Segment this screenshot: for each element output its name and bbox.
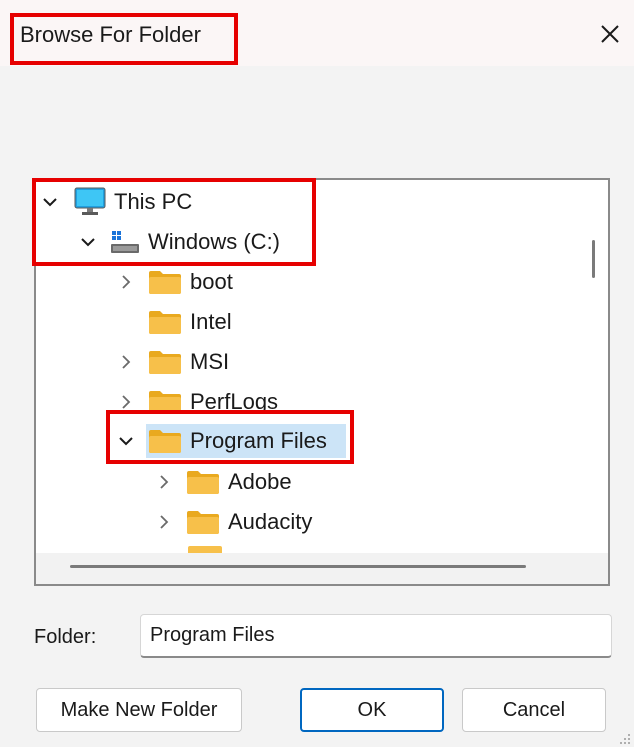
monitor-icon — [74, 187, 106, 217]
cancel-button[interactable]: Cancel — [462, 688, 606, 732]
tree-node-label: Program Files — [190, 428, 327, 453]
vertical-scrollbar-thumb[interactable] — [592, 240, 595, 278]
chevron-right-icon[interactable] — [116, 392, 136, 412]
tree-node-label: This PC — [114, 189, 193, 214]
chevron-right-icon[interactable] — [154, 512, 174, 532]
chevron-down-icon[interactable] — [78, 232, 98, 252]
make-new-folder-button[interactable]: Make New Folder — [36, 688, 242, 732]
tree-node-perflogs[interactable]: PerfLogs — [116, 382, 278, 422]
tree-node-windows-c[interactable]: Windows (C:) — [78, 222, 280, 262]
browse-for-folder-dialog: Browse For Folder This PC Windows (C:) b… — [0, 0, 634, 747]
folder-icon — [148, 269, 182, 295]
chevron-right-icon[interactable] — [116, 352, 136, 372]
tree-node-adobe[interactable]: Adobe — [154, 462, 292, 502]
tree-node-label: MSI — [190, 349, 230, 374]
folder-icon — [148, 309, 182, 335]
tree-node-label: Windows (C:) — [148, 229, 281, 254]
folder-field-label: Folder: — [34, 626, 97, 648]
chevron-right-icon[interactable] — [116, 272, 136, 292]
dialog-title: Browse For Folder — [20, 22, 201, 47]
tree-node-label: Adobe — [228, 469, 292, 494]
chevron-right-icon[interactable] — [154, 472, 174, 492]
tree-node-label: Intel — [190, 309, 232, 334]
chevron-down-icon[interactable] — [116, 431, 136, 451]
folder-icon — [186, 469, 220, 495]
folder-tree[interactable]: This PC Windows (C:) boot Intel MSI Perf… — [34, 178, 610, 586]
drive-icon — [110, 229, 140, 255]
tree-node-this-pc[interactable]: This PC — [40, 182, 192, 222]
ok-button[interactable]: OK — [300, 688, 444, 732]
folder-icon — [148, 428, 182, 454]
tree-node-boot[interactable]: boot — [116, 262, 233, 302]
tree-node-program-files[interactable]: Program Files — [116, 421, 327, 461]
folder-icon — [148, 349, 182, 375]
chevron-down-icon[interactable] — [40, 192, 60, 212]
horizontal-scrollbar-track[interactable] — [36, 553, 608, 584]
close-button[interactable] — [592, 16, 628, 52]
resize-grip-icon[interactable] — [618, 732, 632, 746]
folder-icon — [148, 389, 182, 415]
tree-node-label: PerfLogs — [190, 389, 279, 414]
tree-node-intel[interactable]: Intel — [116, 302, 232, 342]
tree-node-audacity[interactable]: Audacity — [154, 502, 312, 542]
title-bar: Browse For Folder — [0, 0, 634, 66]
folder-icon — [186, 509, 220, 535]
folder-input[interactable] — [140, 614, 612, 658]
tree-node-label: Audacity — [228, 509, 313, 534]
close-icon — [601, 25, 619, 43]
tree-node-msi[interactable]: MSI — [116, 342, 229, 382]
no-chevron-spacer — [116, 312, 136, 332]
horizontal-scrollbar-thumb[interactable] — [70, 565, 526, 568]
tree-node-label: boot — [190, 269, 233, 294]
